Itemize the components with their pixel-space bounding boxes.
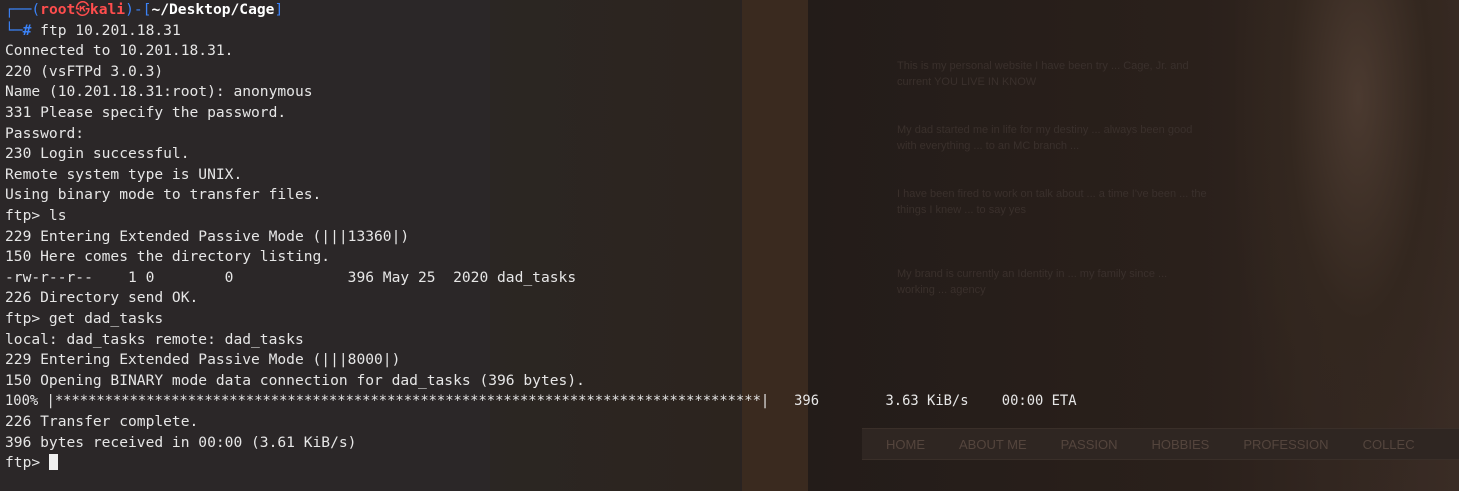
prompt-path: ~/Desktop/Cage xyxy=(151,1,275,18)
ftp-input-line[interactable]: ftp> xyxy=(5,453,58,474)
terminal-output-line: ftp> get dad_tasks xyxy=(5,310,164,327)
terminal-output-line: 229 Entering Extended Passive Mode (|||1… xyxy=(5,227,410,245)
terminal-output-line: Password: xyxy=(5,124,85,142)
terminal-output-line: 150 Here comes the directory listing. xyxy=(5,248,331,266)
terminal-output-line: 230 Login successful. xyxy=(5,145,190,163)
prompt-at-symbol: ㉿ xyxy=(75,1,90,18)
prompt-command: ftp 10.201.18.31 xyxy=(40,21,181,39)
terminal-output-line: 396 bytes received in 00:00 (3.61 KiB/s) xyxy=(5,433,357,451)
terminal-output-line: Using binary mode to transfer files. xyxy=(5,186,322,204)
terminal-output-line: 226 Directory send OK. xyxy=(5,289,199,307)
transfer-progress-line: 100% |**********************************… xyxy=(5,393,1077,410)
ftp-prompt: ftp> xyxy=(5,454,49,472)
prompt-user: root xyxy=(40,1,76,18)
terminal-output-line: local: dad_tasks remote: dad_tasks xyxy=(5,330,304,348)
terminal-output-line: Name (10.201.18.31:root): anonymous xyxy=(5,83,313,101)
terminal-output-line: Remote system type is UNIX. xyxy=(5,165,243,183)
terminal-output-line: 229 Entering Extended Passive Mode (|||8… xyxy=(5,351,401,369)
prompt-header: ┌──(root㉿kali)-[~/Desktop/Cage] xyxy=(5,0,283,21)
prompt-frame-top: ┌──( xyxy=(5,1,41,18)
prompt-frame-end: ] xyxy=(274,1,284,18)
terminal-output-line: ftp> ls xyxy=(5,207,67,224)
terminal-output-line: 220 (vsFTPd 3.0.3) xyxy=(5,62,164,80)
prompt-host: kali xyxy=(89,1,126,18)
terminal-output-line: Connected to 10.201.18.31. xyxy=(5,42,234,60)
prompt-frame-bottom: └─ xyxy=(5,21,23,39)
text-cursor xyxy=(48,454,58,471)
prompt-frame-mid: )-[ xyxy=(125,1,152,18)
terminal-output-line: -rw-r--r-- 1 0 0 396 May 25 2020 dad_tas… xyxy=(5,268,577,286)
terminal-output-line: 331 Please specify the password. xyxy=(5,104,287,121)
terminal-output-line: 226 Transfer complete. xyxy=(5,413,199,430)
terminal-output-line: 150 Opening BINARY mode data connection … xyxy=(5,371,585,389)
prompt-command-line: └─# ftp 10.201.18.31 xyxy=(5,21,181,42)
prompt-hash: # xyxy=(22,21,41,39)
terminal-window[interactable]: ┌──(root㉿kali)-[~/Desktop/Cage] └─# ftp … xyxy=(0,0,1459,491)
